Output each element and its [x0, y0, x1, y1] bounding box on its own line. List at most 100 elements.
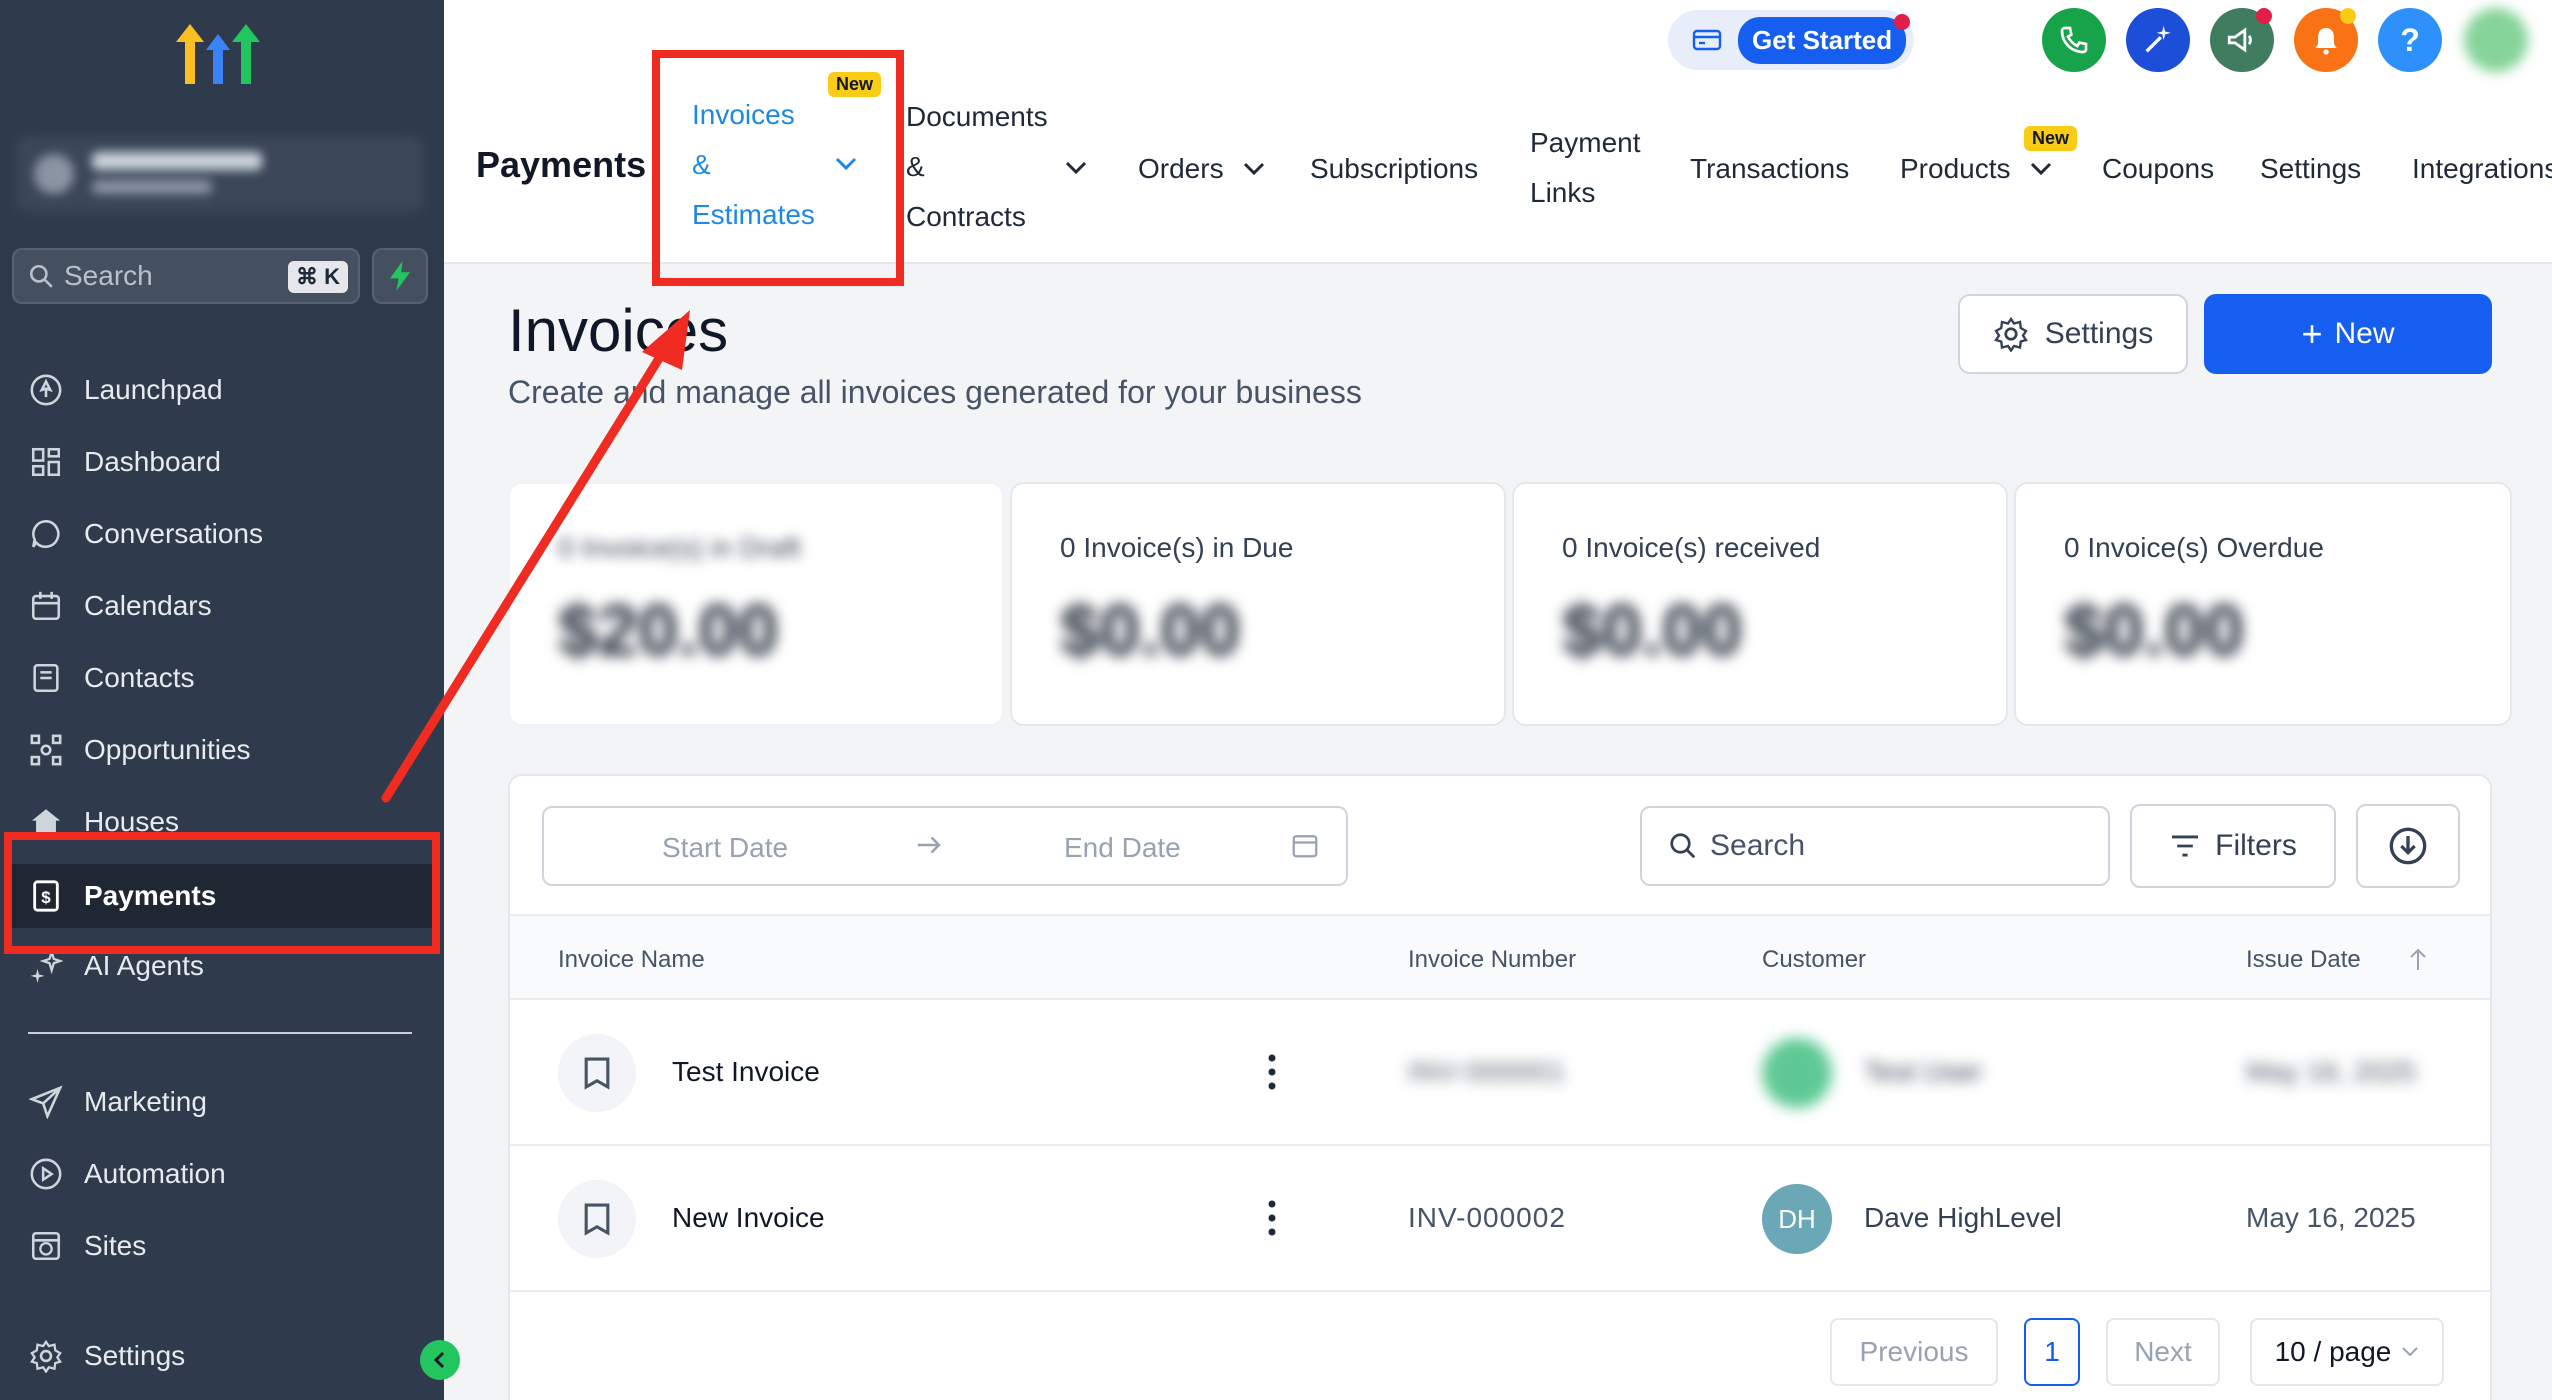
megaphone-icon	[2227, 27, 2252, 53]
date-range-picker[interactable]: Start Date End Date	[542, 806, 1348, 886]
download-button[interactable]	[2356, 804, 2460, 888]
sidebar-item-dashboard[interactable]: Dashboard	[28, 434, 221, 490]
table-search-input[interactable]: Search	[1640, 806, 2110, 886]
tab-label: Invoices	[692, 99, 795, 130]
filter-icon	[2172, 835, 2199, 857]
credit-card-icon	[1692, 29, 1722, 51]
tab-transactions[interactable]: Transactions	[1690, 144, 1849, 194]
sidebar-item-marketing[interactable]: Marketing	[28, 1074, 207, 1130]
network-icon	[28, 732, 64, 768]
sidebar-search-input[interactable]: Search ⌘ K	[12, 248, 360, 304]
stat-card-label: 0 Invoice(s) received	[1562, 532, 1821, 563]
help-button[interactable]: ?	[2378, 8, 2442, 72]
new-badge: New	[828, 72, 882, 97]
chevron-down-icon	[2030, 162, 2051, 176]
sort-arrow-icon[interactable]	[2406, 946, 2430, 974]
chevron-down-icon	[2402, 1347, 2419, 1357]
pagination-page[interactable]: 1	[2024, 1318, 2080, 1386]
ai-assistant-button[interactable]	[2126, 8, 2190, 72]
account-switcher[interactable]	[16, 136, 424, 212]
sidebar-item-payments[interactable]: $ Payments	[10, 864, 434, 928]
table-row[interactable]: Test Invoice INV-000001 Test User May 16…	[510, 1000, 2490, 1146]
tab-label: Payment	[1530, 127, 1641, 158]
filters-button-label: Filters	[2215, 829, 2297, 862]
sidebar-item-contacts[interactable]: Contacts	[28, 650, 195, 706]
sidebar-item-automation[interactable]: Automation	[28, 1146, 226, 1202]
phone-button[interactable]	[2042, 8, 2106, 72]
sidebar-item-launchpad[interactable]: Launchpad	[28, 362, 223, 418]
sidebar-item-label: Houses	[84, 806, 179, 837]
stat-card-amount: $0.00	[2064, 591, 2245, 671]
tab-label: Documents	[906, 101, 1048, 132]
table-row[interactable]: New Invoice INV-000002 DH Dave HighLevel…	[510, 1146, 2490, 1292]
sidebar-item-houses[interactable]: Houses	[28, 794, 179, 850]
sidebar-item-label: Dashboard	[84, 446, 221, 477]
page-size-select[interactable]: 10 / page	[2250, 1318, 2444, 1386]
sidebar-item-settings[interactable]: Settings	[28, 1328, 185, 1384]
receipt-icon: $	[28, 878, 64, 914]
invoice-doc-icon	[558, 1180, 636, 1258]
sidebar-collapse-button[interactable]	[420, 1340, 460, 1380]
tab-integrations[interactable]: Integrations	[2412, 144, 2552, 194]
stat-card-amount: $20.00	[558, 591, 779, 671]
quick-actions-button[interactable]	[372, 248, 428, 304]
page-subtitle: Create and manage all invoices generated…	[508, 374, 1362, 410]
tab-label: Orders	[1138, 153, 1224, 184]
more-options-icon[interactable]	[1266, 1196, 1278, 1240]
tab-documents-contracts[interactable]: Documents & Contracts	[906, 92, 1048, 242]
more-options-icon[interactable]	[1266, 1050, 1278, 1094]
tab-products[interactable]: Products	[1900, 144, 2053, 194]
filters-button[interactable]: Filters	[2130, 804, 2336, 888]
notifications-button[interactable]	[2294, 8, 2358, 72]
sidebar-item-conversations[interactable]: Conversations	[28, 506, 263, 562]
column-header-issue-date[interactable]: Issue Date	[2246, 946, 2361, 974]
tab-label: &	[692, 149, 711, 180]
sidebar-item-sites[interactable]: Sites	[28, 1218, 146, 1274]
rocket-icon	[28, 372, 64, 408]
app-logo[interactable]	[176, 24, 260, 100]
pagination-previous[interactable]: Previous	[1830, 1318, 1998, 1386]
tab-coupons[interactable]: Coupons	[2102, 144, 2214, 194]
tab-label: Estimates	[692, 199, 815, 230]
tab-invoices-estimates[interactable]: Invoices & Estimates	[692, 90, 815, 240]
invoice-name[interactable]: Test Invoice	[672, 1056, 820, 1088]
invoice-number: INV-000001	[1408, 1056, 1566, 1087]
stat-card-overdue: 0 Invoice(s) Overdue $0.00	[2014, 482, 2512, 726]
announcements-button[interactable]	[2210, 8, 2274, 72]
get-started-pill[interactable]: Get Started	[1668, 10, 1914, 70]
user-avatar[interactable]	[2464, 8, 2528, 72]
sidebar-item-calendars[interactable]: Calendars	[28, 578, 212, 634]
sidebar-item-label: Automation	[84, 1158, 226, 1189]
pagination-next[interactable]: Next	[2106, 1318, 2220, 1386]
globe-icon	[28, 1228, 64, 1264]
tab-payment-links[interactable]: Payment Links	[1530, 118, 1641, 218]
new-badge: New	[2024, 126, 2078, 151]
tab-orders[interactable]: Orders	[1138, 144, 1266, 194]
column-header-invoice-name[interactable]: Invoice Name	[558, 946, 705, 974]
notification-dot	[2340, 8, 2356, 24]
sidebar-item-opportunities[interactable]: Opportunities	[28, 722, 251, 778]
sidebar-item-label: Conversations	[84, 518, 263, 549]
sidebar-item-ai-agents[interactable]: AI Agents	[28, 938, 204, 994]
tab-label: Transactions	[1690, 153, 1850, 184]
chevron-down-icon[interactable]	[834, 156, 858, 172]
calendar-icon	[1292, 835, 1318, 858]
sidebar-item-label: Payments	[84, 880, 217, 911]
tab-settings[interactable]: Settings	[2260, 144, 2361, 194]
magic-wand-icon	[2145, 25, 2171, 53]
invoice-name[interactable]: New Invoice	[672, 1202, 825, 1234]
column-header-invoice-number[interactable]: Invoice Number	[1408, 946, 1576, 974]
search-icon	[29, 264, 53, 288]
new-invoice-button[interactable]: + New	[2204, 294, 2492, 374]
start-date-input[interactable]: Start Date	[662, 832, 788, 864]
chevron-down-icon[interactable]	[1064, 160, 1088, 176]
send-icon	[28, 1084, 64, 1120]
get-started-button[interactable]: Get Started	[1738, 16, 1907, 64]
customer-name: Dave HighLevel	[1864, 1202, 2062, 1233]
end-date-input[interactable]: End Date	[1064, 832, 1181, 864]
settings-button[interactable]: Settings	[1958, 294, 2188, 374]
column-header-customer[interactable]: Customer	[1762, 946, 1866, 974]
question-icon: ?	[2400, 21, 2420, 58]
tab-subscriptions[interactable]: Subscriptions	[1310, 144, 1478, 194]
svg-text:$: $	[41, 888, 51, 907]
